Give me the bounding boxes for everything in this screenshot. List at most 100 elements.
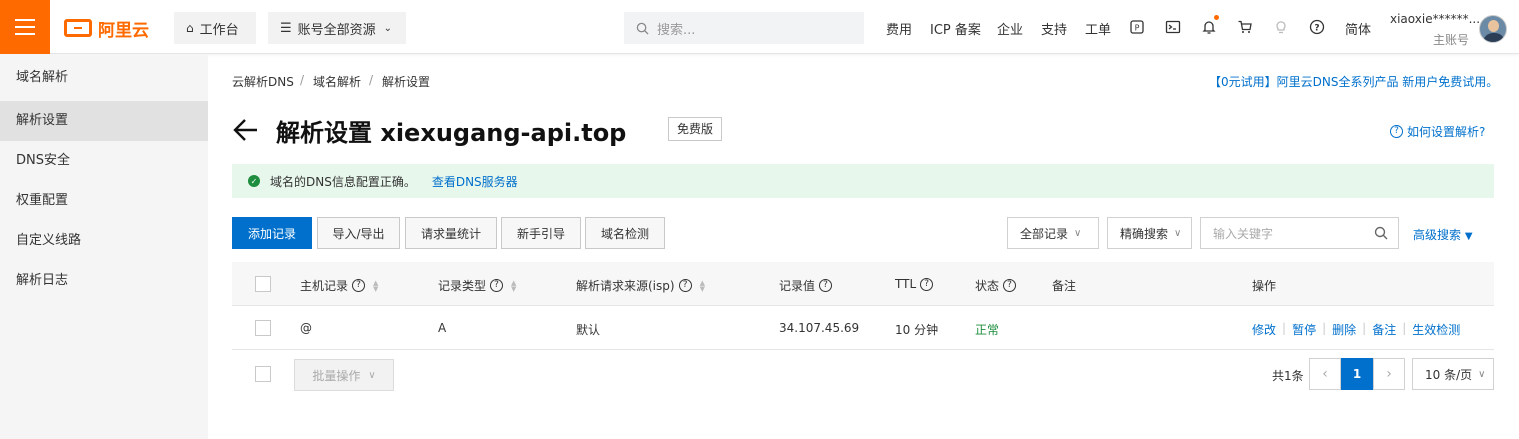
search-mode-select[interactable]: 精确搜索 ∨ — [1107, 217, 1192, 249]
top-navbar: 阿里云 ⌂ 工作台 ☰ 账号全部资源 ⌄ 搜索... 费用 ICP 备案 企业 … — [0, 0, 1519, 54]
nav-enterprise[interactable]: 企业 — [997, 19, 1023, 38]
sidebar-item-domain-resolve[interactable]: 域名解析 — [0, 58, 208, 98]
bell-icon[interactable] — [1200, 18, 1218, 36]
help-circle-icon: ? — [352, 279, 366, 292]
sidebar-item-dns-security[interactable]: DNS安全 — [0, 141, 208, 181]
app-icon[interactable]: P — [1128, 18, 1146, 36]
search-icon[interactable] — [1374, 226, 1388, 240]
edit-link[interactable]: 修改 — [1252, 321, 1276, 338]
help-circle-icon: ? — [920, 277, 934, 291]
page-1-button[interactable]: 1 — [1341, 358, 1373, 390]
chevron-down-icon: ∨ — [1478, 368, 1486, 380]
help-circle-icon: ? — [678, 279, 692, 292]
remark-link[interactable]: 备注 — [1372, 321, 1396, 338]
cell-type: A — [438, 321, 447, 335]
record-filter-select[interactable]: 全部记录 ∨ — [1007, 217, 1099, 249]
breadcrumb-domain-resolve[interactable]: 域名解析 — [313, 73, 361, 90]
svg-text:P: P — [1135, 24, 1140, 33]
table-header — [232, 262, 1494, 306]
terminal-icon[interactable] — [1164, 18, 1182, 36]
chevron-right-icon: › — [1386, 366, 1392, 382]
nav-icp[interactable]: ICP 备案 — [930, 19, 981, 38]
sidebar: 域名解析 解析设置 DNS安全 权重配置 自定义线路 解析日志 — [0, 54, 208, 439]
column-host[interactable]: 主机记录? ▲ ▼ — [300, 277, 378, 294]
global-search-input[interactable]: 搜索... — [624, 12, 864, 44]
column-value: 记录值? — [779, 277, 833, 294]
sidebar-item-weight-config[interactable]: 权重配置 — [0, 181, 208, 221]
list-icon: ☰ — [280, 20, 292, 36]
chevron-down-icon: ⌄ — [383, 22, 393, 34]
chevron-down-icon: ∨ — [1074, 227, 1082, 239]
advanced-search-link[interactable]: 高级搜索 ▼ — [1413, 226, 1473, 243]
sidebar-item-resolve-log[interactable]: 解析日志 — [0, 261, 208, 301]
home-icon: ⌂ — [186, 21, 194, 35]
total-count: 共1条 — [1272, 369, 1304, 383]
nav-ticket[interactable]: 工单 — [1085, 19, 1111, 38]
lightbulb-icon[interactable] — [1272, 18, 1290, 36]
help-icon[interactable]: ? — [1308, 18, 1326, 36]
sort-icon[interactable]: ▲ ▼ — [373, 279, 378, 292]
breadcrumb-separator: / — [369, 73, 374, 87]
batch-operation-button[interactable]: 批量操作 ∨ — [294, 359, 394, 391]
help-circle-icon: ? — [1390, 125, 1403, 138]
plan-badge: 免费版 — [668, 117, 723, 141]
notification-dot — [1214, 15, 1219, 20]
sort-icon[interactable]: ▲ ▼ — [700, 279, 705, 292]
help-circle-icon: ? — [819, 279, 833, 292]
column-remark: 备注 — [1052, 279, 1077, 293]
effect-check-link[interactable]: 生效检测 — [1412, 321, 1460, 338]
help-link[interactable]: ? 如何设置解析? — [1390, 123, 1485, 140]
column-type[interactable]: 记录类型? ▲ ▼ — [438, 277, 516, 294]
resource-scope-dropdown[interactable]: ☰ 账号全部资源 ⌄ — [268, 12, 406, 44]
beginner-guide-button[interactable]: 新手引导 — [501, 217, 581, 249]
brand-logo[interactable]: 阿里云 — [64, 17, 149, 41]
notice-text: 域名的DNS信息配置正确。 — [270, 174, 416, 189]
add-record-button[interactable]: 添加记录 — [232, 217, 312, 249]
domain-check-button[interactable]: 域名检测 — [585, 217, 665, 249]
column-actions: 操作 — [1252, 279, 1277, 293]
svg-text:?: ? — [1314, 24, 1319, 34]
delete-link[interactable]: 删除 — [1332, 321, 1356, 338]
breadcrumb-dns[interactable]: 云解析DNS — [232, 73, 294, 90]
row-actions: 修改 | 暂停 | 删除 | 备注 | 生效检测 — [1252, 321, 1461, 338]
user-name[interactable]: xiaoxie******... — [1390, 12, 1480, 26]
cell-host: @ — [300, 321, 312, 335]
avatar[interactable] — [1479, 15, 1507, 43]
chevron-left-icon: ‹ — [1322, 366, 1328, 382]
caret-down-icon: ▼ — [1464, 231, 1473, 242]
import-export-button[interactable]: 导入/导出 — [317, 217, 400, 249]
view-dns-servers-link[interactable]: 查看DNS服务器 — [432, 173, 518, 190]
request-stats-button[interactable]: 请求量统计 — [405, 217, 497, 249]
language-switch[interactable]: 简体 — [1345, 19, 1371, 38]
user-role: 主账号 — [1433, 33, 1470, 47]
select-all-checkbox[interactable] — [255, 276, 271, 292]
nav-billing[interactable]: 费用 — [886, 19, 912, 38]
column-line[interactable]: 解析请求来源(isp)? ▲ ▼ — [576, 277, 705, 294]
footer-select-all-checkbox[interactable] — [255, 366, 271, 382]
nav-support[interactable]: 支持 — [1041, 19, 1067, 38]
back-arrow-icon[interactable] — [232, 116, 260, 144]
breadcrumb-separator: / — [300, 73, 305, 87]
success-notice: ✓ 域名的DNS信息配置正确。 查看DNS服务器 — [232, 164, 1494, 198]
help-circle-icon: ? — [490, 279, 504, 292]
cell-line: 默认 — [576, 323, 601, 337]
breadcrumb-current: 解析设置 — [382, 75, 431, 89]
page-size-select[interactable]: 10 条/页 ∨ — [1412, 358, 1494, 390]
row-checkbox[interactable] — [255, 320, 271, 336]
promo-link[interactable]: 【0元试用】阿里云DNS全系列产品 新用户免费试用。 — [1209, 73, 1498, 90]
prev-page-button[interactable]: ‹ — [1309, 358, 1341, 390]
sort-icon[interactable]: ▲ ▼ — [511, 279, 516, 292]
search-icon — [636, 22, 649, 35]
help-circle-icon: ? — [1003, 279, 1017, 292]
check-circle-icon: ✓ — [248, 175, 260, 187]
page-title: 解析设置 xiexugang-api.top — [276, 119, 627, 147]
keyword-input[interactable]: 输入关键字 — [1200, 217, 1399, 249]
cell-status: 正常 — [975, 323, 1000, 337]
sidebar-item-custom-line[interactable]: 自定义线路 — [0, 221, 208, 261]
pause-link[interactable]: 暂停 — [1292, 321, 1316, 338]
cart-icon[interactable] — [1236, 18, 1254, 36]
hamburger-menu-icon[interactable] — [0, 0, 50, 54]
sidebar-item-resolve-settings[interactable]: 解析设置 — [0, 101, 208, 141]
workbench-button[interactable]: ⌂ 工作台 — [174, 12, 256, 44]
next-page-button[interactable]: › — [1373, 358, 1405, 390]
